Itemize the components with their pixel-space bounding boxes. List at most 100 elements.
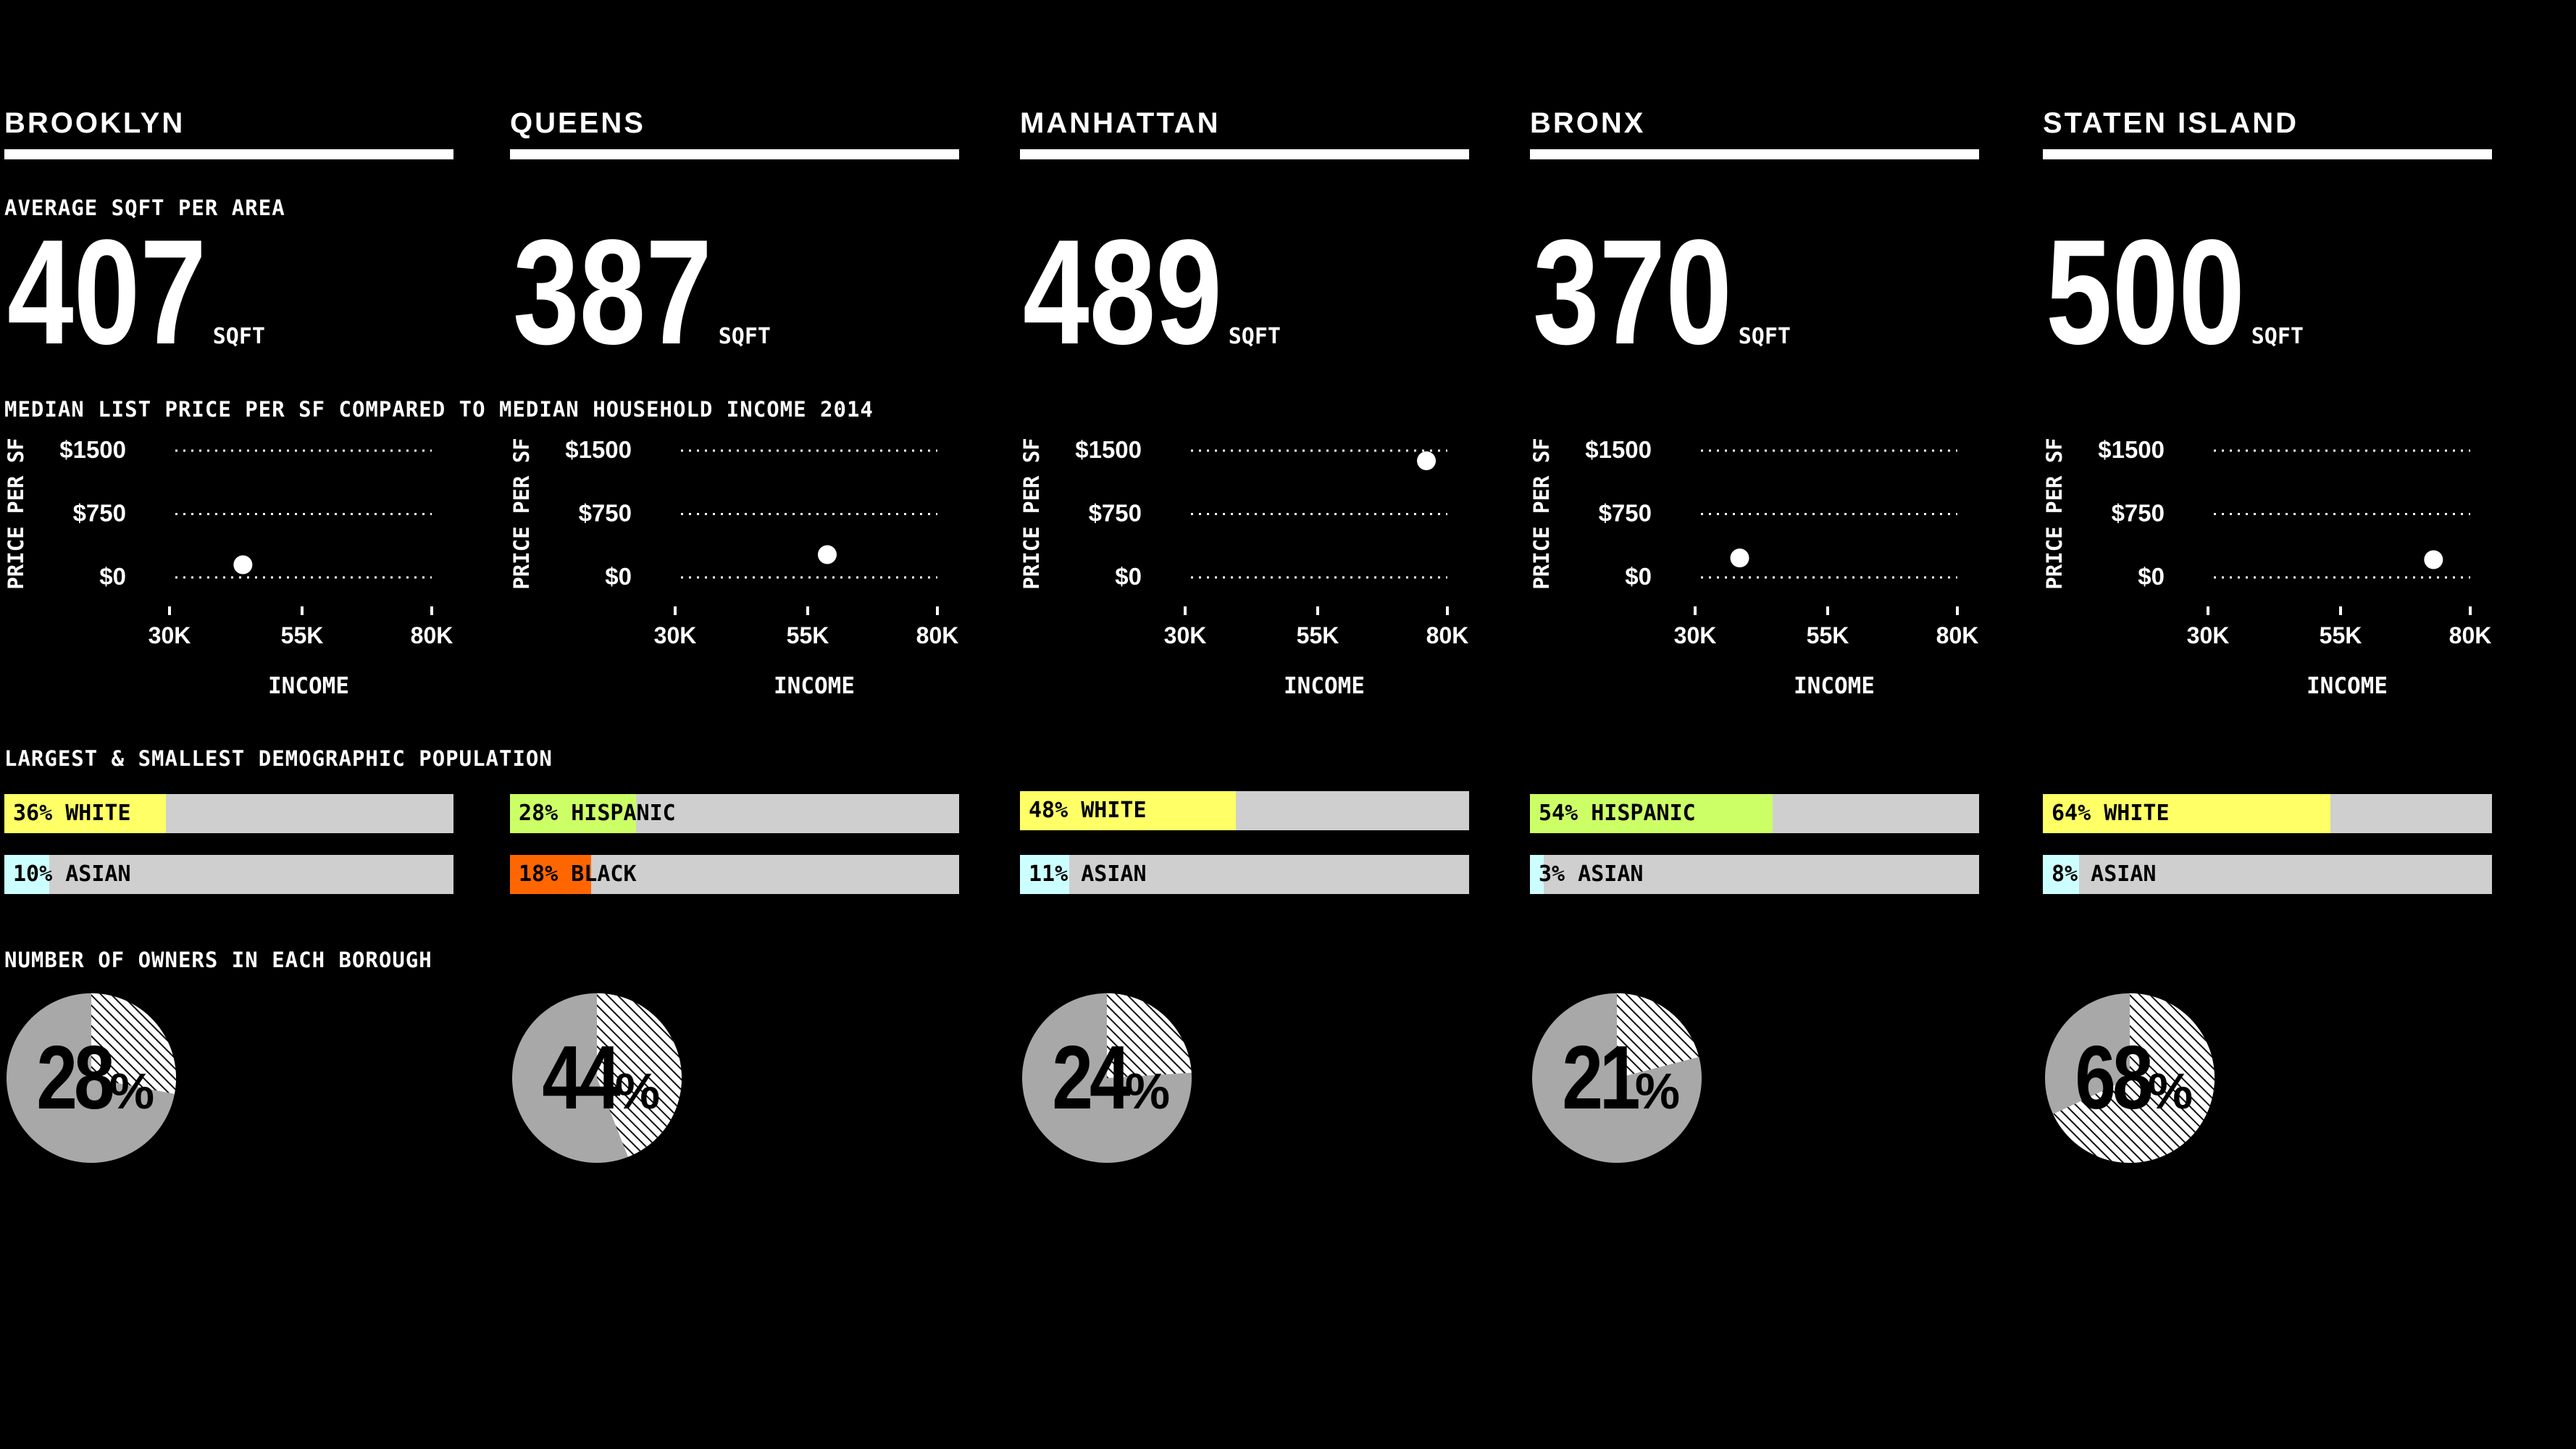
sqft-value: 489	[1023, 209, 1222, 375]
y-tick-label: $750	[579, 500, 632, 527]
owners-percent: 68%	[2043, 991, 2217, 1165]
x-tick-label: 55K	[2320, 622, 2362, 648]
y-axis-title: PRICE PER SF	[509, 438, 534, 590]
owners-label: NUMBER OF OWNERS IN EACH BOROUGH	[4, 948, 432, 972]
owners-value: 24	[1052, 1028, 1130, 1128]
owners-value: 21	[1562, 1028, 1640, 1128]
y-tick-label: $1500	[1585, 436, 1652, 463]
y-tick-label: $750	[1599, 500, 1652, 527]
demographic-label: 11% ASIAN	[1029, 861, 1147, 887]
demographics-label: LARGEST & SMALLEST DEMOGRAPHIC POPULATIO…	[4, 746, 553, 771]
x-axis-title: INCOME	[2307, 673, 2388, 699]
borough-name: BROOKLYN	[4, 107, 185, 139]
y-tick-label: $0	[605, 563, 632, 590]
y-axis-title: PRICE PER SF	[4, 438, 28, 590]
x-tick-label: 30K	[654, 622, 697, 648]
borough-divider	[2043, 149, 2492, 159]
avg-sqft: 387 SQFT	[513, 217, 771, 367]
avg-sqft: 370 SQFT	[1533, 217, 1791, 367]
sqft-value: 407	[7, 209, 206, 375]
x-tick-label: 80K	[1426, 622, 1469, 648]
x-tick-label: 80K	[411, 622, 453, 648]
owners-percent: 44%	[510, 991, 684, 1165]
owners-value: 28	[36, 1028, 114, 1128]
x-tick-label: 30K	[1674, 622, 1717, 648]
demographic-label: 8% ASIAN	[2052, 861, 2157, 887]
x-tick-label: 55K	[281, 622, 324, 648]
avg-sqft: 500 SQFT	[2046, 217, 2304, 367]
price-income-scatter: PRICE PER SF $1500 $750 $0 30K 55K 80K INCOME	[509, 436, 958, 699]
borough-divider	[510, 149, 959, 159]
largest-demographic-bar: 48% WHITE	[1020, 791, 1469, 830]
borough-column: MANHATTAN 489 SQFT PRICE PER SF $1500 $750 $0 3…	[1019, 0, 1469, 1232]
smallest-demographic-bar: 8% ASIAN	[2043, 855, 2492, 894]
borough-name: BRONX	[1530, 107, 1646, 139]
scatter-point	[1417, 451, 1437, 470]
y-tick-label: $1500	[59, 436, 126, 463]
largest-demographic-bar: 54% HISPANIC	[1530, 794, 1979, 833]
avg-sqft: 407 SQFT	[7, 217, 265, 367]
scatter-point	[1730, 548, 1749, 568]
borough-column: STATEN ISLAND 500 SQFT PRICE PER SF $1500 $75…	[2042, 0, 2492, 1232]
largest-demographic-bar: 36% WHITE	[4, 794, 453, 833]
y-tick-label: $0	[2138, 563, 2165, 590]
largest-demographic-bar: 28% HISPANIC	[510, 794, 959, 833]
owners-percent: 21%	[1530, 991, 1704, 1165]
smallest-demographic-bar: 10% ASIAN	[4, 855, 453, 894]
sqft-value: 387	[513, 209, 712, 375]
smallest-demographic-bar: 3% ASIAN	[1530, 855, 1979, 894]
borough-divider	[1530, 149, 1979, 159]
owners-percent: 24%	[1020, 991, 1194, 1165]
borough-name: MANHATTAN	[1020, 107, 1221, 139]
percent-sign: %	[109, 1063, 155, 1119]
sqft-value: 500	[2046, 209, 2245, 375]
demographic-label: 28% HISPANIC	[519, 801, 676, 826]
borough-column: BRONX 370 SQFT PRICE PER SF $1500 $750 $0 30K 55…	[1529, 0, 1979, 1232]
x-tick-label: 80K	[2449, 622, 2492, 648]
x-tick-label: 55K	[1807, 622, 1849, 648]
percent-sign: %	[1634, 1063, 1681, 1119]
largest-demographic-bar: 64% WHITE	[2043, 794, 2492, 833]
y-axis-title: PRICE PER SF	[1529, 438, 1554, 590]
x-tick-label: 30K	[1164, 622, 1207, 648]
y-tick-label: $1500	[1075, 436, 1142, 463]
percent-sign: %	[2147, 1063, 2194, 1119]
price-income-scatter: PRICE PER SF $1500 $750 $0 30K 55K 80K INCOME	[2042, 436, 2492, 699]
price-income-scatter: PRICE PER SF $1500 $750 $0 30K 55K 80K INCOME	[4, 436, 453, 699]
y-axis-title: PRICE PER SF	[1019, 438, 1044, 590]
x-tick-label: 30K	[2187, 622, 2230, 648]
demographic-label: 48% WHITE	[1029, 798, 1147, 823]
borough-divider	[4, 149, 453, 159]
demographic-label: 10% ASIAN	[13, 861, 131, 887]
owners-value: 68	[2075, 1028, 2153, 1128]
demographic-label: 3% ASIAN	[1539, 861, 1644, 887]
x-tick-label: 55K	[1297, 622, 1339, 648]
scatter-point	[817, 545, 837, 564]
scatter-point	[2424, 550, 2443, 569]
owners-value: 44	[542, 1028, 620, 1128]
y-tick-label: $1500	[2098, 436, 2165, 463]
avg-sqft: 489 SQFT	[1023, 217, 1281, 367]
smallest-demographic-bar: 18% BLACK	[510, 855, 959, 894]
price-income-scatter: PRICE PER SF $1500 $750 $0 30K 55K 80K INCOME	[1529, 436, 1978, 699]
borough-name: STATEN ISLAND	[2043, 107, 2299, 139]
sqft-unit: SQFT	[2251, 324, 2304, 349]
x-axis-title: INCOME	[774, 673, 855, 699]
demographic-label: 54% HISPANIC	[1539, 801, 1696, 826]
sqft-unit: SQFT	[1228, 324, 1281, 349]
x-tick-label: 30K	[149, 622, 191, 648]
demographic-label: 18% BLACK	[519, 861, 637, 887]
y-tick-label: $1500	[565, 436, 632, 463]
x-axis-title: INCOME	[1794, 673, 1875, 699]
smallest-demographic-bar: 11% ASIAN	[1020, 855, 1469, 894]
sqft-unit: SQFT	[212, 324, 265, 349]
price-income-scatter: PRICE PER SF $1500 $750 $0 30K 55K 80K INCOME	[1019, 436, 1469, 699]
borough-name: QUEENS	[510, 107, 645, 139]
sqft-unit: SQFT	[718, 324, 771, 349]
y-tick-label: $0	[1115, 563, 1142, 590]
borough-column: QUEENS 387 SQFT PRICE PER SF $1500 $750 $0 30K 5…	[509, 0, 959, 1232]
sqft-unit: SQFT	[1738, 324, 1791, 349]
x-axis-title: INCOME	[1284, 673, 1365, 699]
sqft-value: 370	[1533, 209, 1732, 375]
y-tick-label: $750	[1089, 500, 1142, 527]
